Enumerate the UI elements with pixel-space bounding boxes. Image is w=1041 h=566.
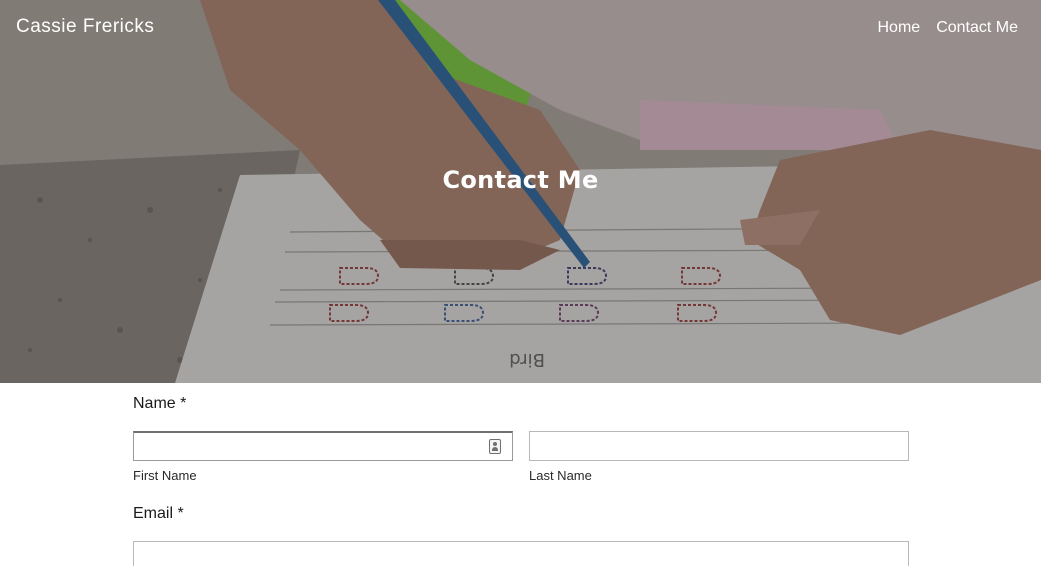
- email-input[interactable]: [133, 541, 909, 566]
- first-name-input[interactable]: [133, 431, 513, 461]
- last-name-input[interactable]: [529, 431, 909, 461]
- contact-card-icon[interactable]: [489, 439, 501, 454]
- nav-contact-link[interactable]: Contact Me: [936, 19, 1018, 37]
- hero-banner: Bird Cassie Frericks Home Contact Me Con…: [0, 0, 1041, 383]
- nav-home-link[interactable]: Home: [878, 19, 921, 37]
- last-name-sublabel: Last Name: [529, 468, 592, 483]
- first-name-sublabel: First Name: [133, 468, 197, 483]
- email-field-label: Email *: [133, 505, 184, 522]
- main-nav: Home Contact Me: [878, 19, 1019, 37]
- name-field-label: Name *: [133, 395, 187, 412]
- site-title-link[interactable]: Cassie Frericks: [16, 16, 154, 38]
- page-title: Contact Me: [442, 166, 599, 194]
